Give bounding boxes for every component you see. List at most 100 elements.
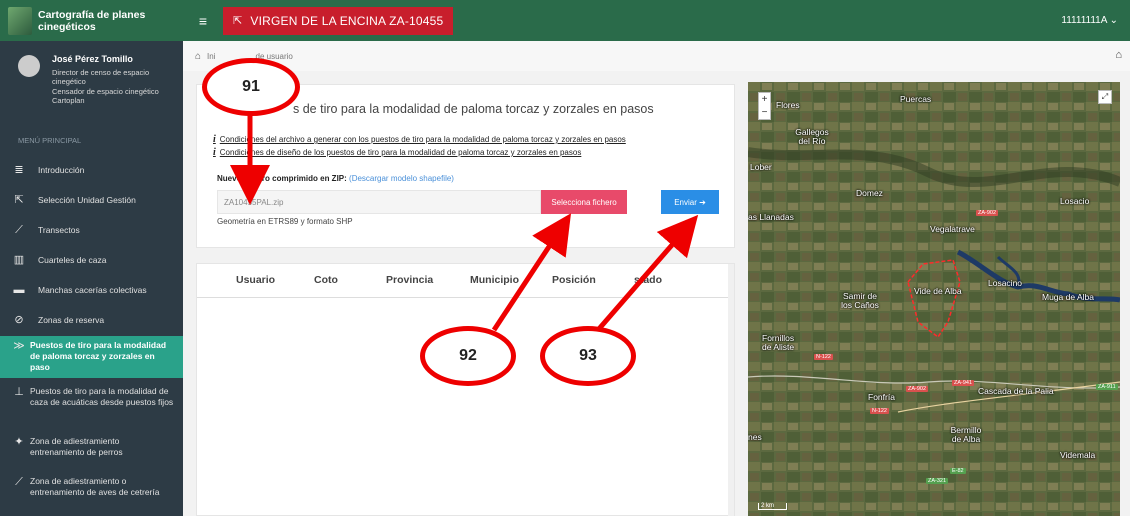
satellite-map[interactable]: + − ⤢ Flores Puercas Gallegos del Río Lo… (748, 82, 1120, 516)
bird-icon: ≫ (13, 339, 25, 352)
map-icon: ▥ (13, 254, 25, 266)
map-label: Fonfría (868, 392, 895, 402)
user-menu[interactable]: 11111111A ⌄ (1061, 15, 1118, 26)
ban-icon: ⊘ (14, 314, 24, 326)
cursor-icon: ⇱ (233, 15, 243, 27)
sidebar-item-transectos[interactable]: ⟋ Transectos (0, 216, 183, 246)
send-button[interactable]: Enviar ➔ (661, 190, 719, 214)
sidebar-item-manchas[interactable]: ▬ Manchas cacerías colectivas (0, 276, 183, 306)
road-badge: ZA-911 (1096, 384, 1118, 390)
map-label: Bermillo de Alba (950, 425, 982, 444)
app-title: Cartografía de planes cinegéticos (38, 8, 146, 33)
column-header[interactable]: Coto (314, 274, 338, 286)
map-label: Muga de Alba (1042, 292, 1094, 302)
column-header[interactable]: stado (634, 274, 662, 286)
map-label: Vegalatrave (930, 224, 975, 234)
sidebar-item-label: Transectos (38, 225, 80, 235)
sidebar-item-label: Zona de adiestramiento entrenamiento de … (30, 435, 123, 457)
map-label: Videmala (1060, 450, 1096, 460)
conditions-design-text: Condiciones de diseño de los puestos de … (219, 148, 582, 157)
profile-role: Cartoplan (52, 96, 85, 105)
breadcrumb-home[interactable]: Ini (207, 52, 215, 61)
sidebar-item-adiestramiento-aves[interactable]: ⟋ Zona de adiestramiento o entrenamiento… (0, 468, 183, 504)
cursor-icon: ⇱ (14, 194, 24, 206)
column-header[interactable]: Provincia (386, 274, 433, 286)
column-header[interactable]: Municipio (470, 274, 519, 286)
zip-label-text: Nuevo fi ro comprimido en ZIP: (217, 174, 347, 183)
sidebar-item-introduccion[interactable]: ≣ Introducción (0, 156, 183, 186)
page-title: s de tiro para la modalidad de paloma to… (293, 102, 654, 116)
select-file-button[interactable]: Selecciona fichero (541, 190, 627, 214)
map-label: Flores (776, 100, 800, 110)
sidebar: Cartografía de planes cinegéticos José P… (0, 0, 183, 516)
road-badge: E-82 (950, 468, 966, 474)
table-header: Usuario Coto Provincia Municipio Posició… (197, 264, 734, 298)
sidebar-item-label: Manchas cacerías colectivas (38, 285, 147, 295)
fullscreen-icon[interactable]: ⤢ (1098, 90, 1112, 104)
breadcrumb: ⌂ Ini de usuario ⌂ (183, 41, 1130, 71)
map-label: Fornillos de Aliste (762, 333, 795, 352)
map-label: Samir de los Caños (841, 291, 879, 310)
column-header[interactable]: Posición (552, 274, 596, 286)
profile-name: José Pérez Tomillo (52, 54, 133, 64)
app-logo-icon (8, 6, 32, 35)
road-badge: ZA-941 (952, 380, 975, 386)
sidebar-item-label: Puestos de tiro para la modalidad de pal… (30, 339, 167, 372)
line-chart-icon: ⟋ (15, 224, 23, 236)
map-label: Lober (750, 162, 772, 172)
coto-selector[interactable]: ⇱ VIRGEN DE LA ENCINA ZA-10455 (223, 6, 454, 35)
map-label: Gallegos del Río (795, 127, 829, 146)
table-scrollbar[interactable] (728, 264, 734, 516)
sidebar-item-label: Zona de adiestramiento o entrenamiento d… (30, 475, 160, 497)
home-icon[interactable]: ⌂ (1115, 49, 1122, 61)
info-icon: i (213, 134, 216, 145)
duck-icon: ⊥ (14, 385, 24, 398)
avatar (18, 55, 40, 77)
user-profile: José Pérez Tomillo Director de censo de … (0, 41, 183, 114)
conditions-design-link[interactable]: i Condiciones de diseño de los puestos de… (213, 147, 581, 158)
map-label: Puercas (900, 94, 932, 104)
topbar: ≡ ⇱ VIRGEN DE LA ENCINA ZA-10455 1111111… (183, 0, 1130, 41)
sidebar-item-puestos-paloma[interactable]: ≫ Puestos de tiro para la modalidad de p… (0, 335, 183, 378)
map-scale: 2 km (758, 503, 788, 510)
profile-role: Censador de espacio cinegético (52, 86, 159, 96)
map-label: as Llanadas (748, 212, 794, 222)
zoom-control[interactable]: + − (758, 92, 771, 120)
sidebar-item-zonas-reserva[interactable]: ⊘ Zonas de reserva (0, 306, 183, 336)
column-header[interactable]: Usuario (236, 274, 275, 286)
sidebar-item-seleccion-unidad[interactable]: ⇱ Selección Unidad Gestión (0, 186, 183, 216)
file-input[interactable] (217, 190, 541, 214)
sidebar-item-adiestramiento-perros[interactable]: ✦ Zona de adiestramiento entrenamiento d… (0, 430, 183, 468)
sidebar-item-label: Introducción (38, 165, 85, 175)
conditions-file-link[interactable]: i Condiciones del archivo a generar con l… (213, 134, 626, 145)
list-icon: ≣ (14, 164, 24, 176)
zoom-out-button[interactable]: − (759, 106, 770, 119)
road-badge: ZA-902 (976, 210, 999, 216)
map-label: Losacino (988, 278, 1023, 288)
map-label: Vide de Alba (914, 286, 962, 296)
map-label: Losacio (1060, 196, 1090, 206)
zoom-in-button[interactable]: + (759, 93, 770, 106)
conditions-file-text: Condiciones del archivo a generar con lo… (219, 135, 626, 144)
callout-92: 92 (420, 326, 516, 386)
map-label: Cascada de la Palia (978, 386, 1054, 396)
hamburger-menu-icon[interactable]: ≡ (183, 13, 223, 29)
profile-role: Director de censo de espacio cinegético (52, 67, 150, 87)
geometry-note: Geometría en ETRS89 y formato SHP (217, 217, 353, 226)
info-icon: i (213, 147, 216, 158)
sidebar-item-label: Selección Unidad Gestión (38, 195, 136, 205)
map-label: nes (748, 432, 762, 442)
brand: Cartografía de planes cinegéticos (0, 0, 183, 41)
callout-93: 93 (540, 326, 636, 386)
callout-91: 91 (202, 58, 300, 116)
sidebar-item-puestos-acuaticas[interactable]: ⊥ Puestos de tiro para la modalidad de c… (0, 378, 183, 430)
feather-icon: ⟋ (15, 475, 23, 488)
sidebar-item-cuarteles[interactable]: ▥ Cuarteles de caza (0, 246, 183, 276)
dog-icon: ✦ (14, 435, 24, 448)
sidebar-item-label: Zonas de reserva (38, 315, 105, 325)
zip-label: Nuevo fi ro comprimido en ZIP: (Descarga… (217, 174, 454, 183)
sidebar-item-label: Cuarteles de caza (38, 255, 107, 265)
home-icon[interactable]: ⌂ (195, 51, 201, 62)
download-model-link[interactable]: (Descargar modelo shapefile) (349, 174, 454, 183)
coto-label: VIRGEN DE LA ENCINA ZA-10455 (250, 13, 444, 28)
